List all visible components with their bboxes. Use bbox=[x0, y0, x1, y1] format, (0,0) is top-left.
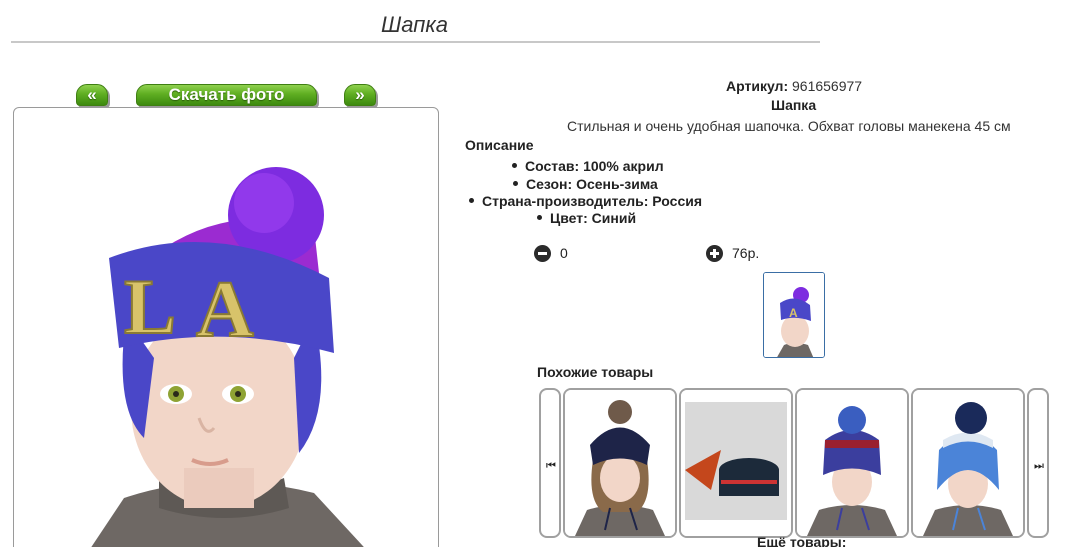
similar-product-image bbox=[913, 390, 1023, 536]
svg-text:L: L bbox=[124, 263, 176, 350]
hat-on-mannequin-image: L A bbox=[91, 167, 364, 547]
spec-item-composition: Состав: 100% акрил bbox=[512, 158, 664, 174]
similar-product-image bbox=[681, 390, 791, 536]
title-divider bbox=[11, 41, 820, 43]
spec-text: Сезон: Осень-зима bbox=[526, 176, 658, 192]
similar-product-card[interactable] bbox=[911, 388, 1025, 538]
product-description: Стильная и очень удобная шапочка. Обхват… bbox=[567, 118, 1011, 134]
similar-product-card[interactable] bbox=[679, 388, 793, 538]
more-products-heading: Ещё товары: bbox=[757, 534, 847, 547]
carousel-next-button[interactable]: ⏭ bbox=[1027, 388, 1049, 538]
spec-text: Состав: 100% акрил bbox=[525, 158, 664, 174]
description-heading: Описание bbox=[465, 137, 534, 153]
similar-product-card[interactable] bbox=[795, 388, 909, 538]
similar-product-card[interactable] bbox=[563, 388, 677, 538]
product-price: 76р. bbox=[732, 245, 760, 261]
main-product-photo[interactable]: L A bbox=[13, 107, 439, 547]
sku-label: Артикул: bbox=[726, 78, 789, 94]
svg-text:A: A bbox=[196, 266, 254, 354]
similar-products-heading: Похожие товары bbox=[537, 364, 654, 380]
next-photo-button[interactable]: » bbox=[344, 84, 376, 106]
spec-text: Цвет: Синий bbox=[550, 210, 637, 226]
thumbnail-image: A bbox=[764, 273, 824, 357]
decrease-quantity-icon[interactable] bbox=[534, 245, 551, 262]
arrow-right-icon: ⏭ bbox=[1034, 460, 1044, 472]
spec-item-season: Сезон: Осень-зима bbox=[513, 176, 658, 192]
sku-line: Артикул: 961656977 bbox=[726, 78, 862, 94]
arrow-left-icon: ⏮ bbox=[546, 460, 556, 472]
similar-product-image bbox=[797, 390, 907, 536]
page-title: Шапка bbox=[381, 12, 448, 37]
quantity-value: 0 bbox=[560, 245, 568, 261]
increase-quantity-icon[interactable] bbox=[706, 245, 723, 262]
svg-text:A: A bbox=[789, 306, 798, 320]
similar-product-image bbox=[565, 390, 675, 536]
spec-text: Страна-производитель: Россия bbox=[482, 193, 703, 209]
download-photo-button[interactable]: Скачать фото bbox=[136, 84, 317, 106]
product-name: Шапка bbox=[771, 97, 817, 113]
carousel-prev-button[interactable]: ⏮ bbox=[539, 388, 561, 538]
prev-photo-button[interactable]: « bbox=[76, 84, 108, 106]
spec-item-country: Страна-производитель: Россия bbox=[469, 193, 702, 209]
spec-item-color: Цвет: Синий bbox=[537, 210, 636, 226]
sku-value: 961656977 bbox=[792, 78, 863, 94]
product-thumbnail[interactable]: A bbox=[763, 272, 825, 358]
